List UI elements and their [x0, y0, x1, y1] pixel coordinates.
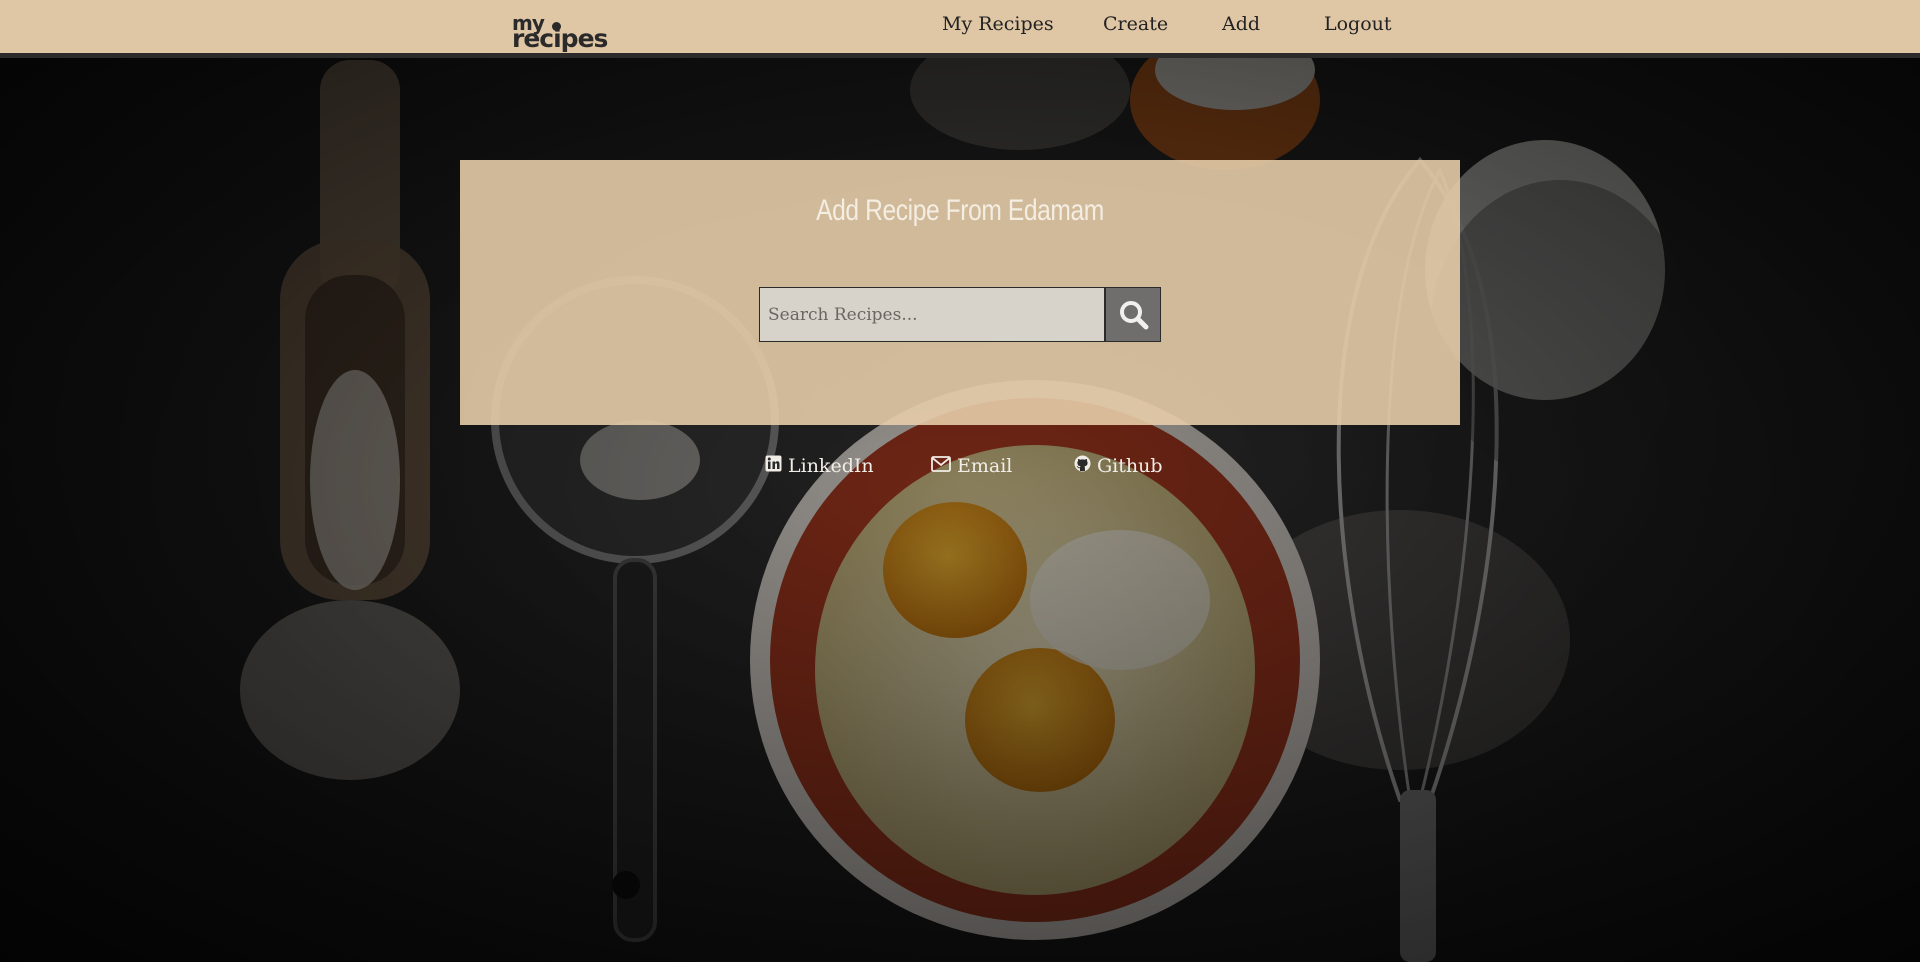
nav-add[interactable]: Add — [1222, 13, 1260, 35]
search-button[interactable] — [1105, 287, 1161, 342]
card-title: Add Recipe From Edamam — [816, 194, 1104, 227]
navbar: my recipes My Recipes Create Add Logout — [0, 0, 1920, 58]
search-input[interactable] — [759, 287, 1105, 342]
linkedin-icon — [765, 455, 782, 477]
footer-link-email[interactable]: Email — [931, 455, 1012, 477]
envelope-icon — [931, 455, 951, 477]
footer-link-github[interactable]: Github — [1074, 455, 1163, 477]
footer-link-label: Github — [1097, 455, 1163, 477]
footer-links: LinkedIn Email Github — [0, 455, 1920, 485]
github-icon — [1074, 455, 1091, 477]
add-recipe-card: Add Recipe From Edamam — [460, 160, 1460, 425]
nav-my-recipes[interactable]: My Recipes — [942, 13, 1054, 35]
nav-menu: My Recipes Create Add Logout — [0, 13, 1920, 43]
footer-link-linkedin[interactable]: LinkedIn — [765, 455, 874, 477]
nav-create[interactable]: Create — [1103, 13, 1168, 35]
nav-logout[interactable]: Logout — [1324, 13, 1392, 35]
search-icon — [1120, 301, 1149, 330]
footer-link-label: Email — [957, 455, 1013, 477]
footer-link-label: LinkedIn — [788, 455, 874, 477]
